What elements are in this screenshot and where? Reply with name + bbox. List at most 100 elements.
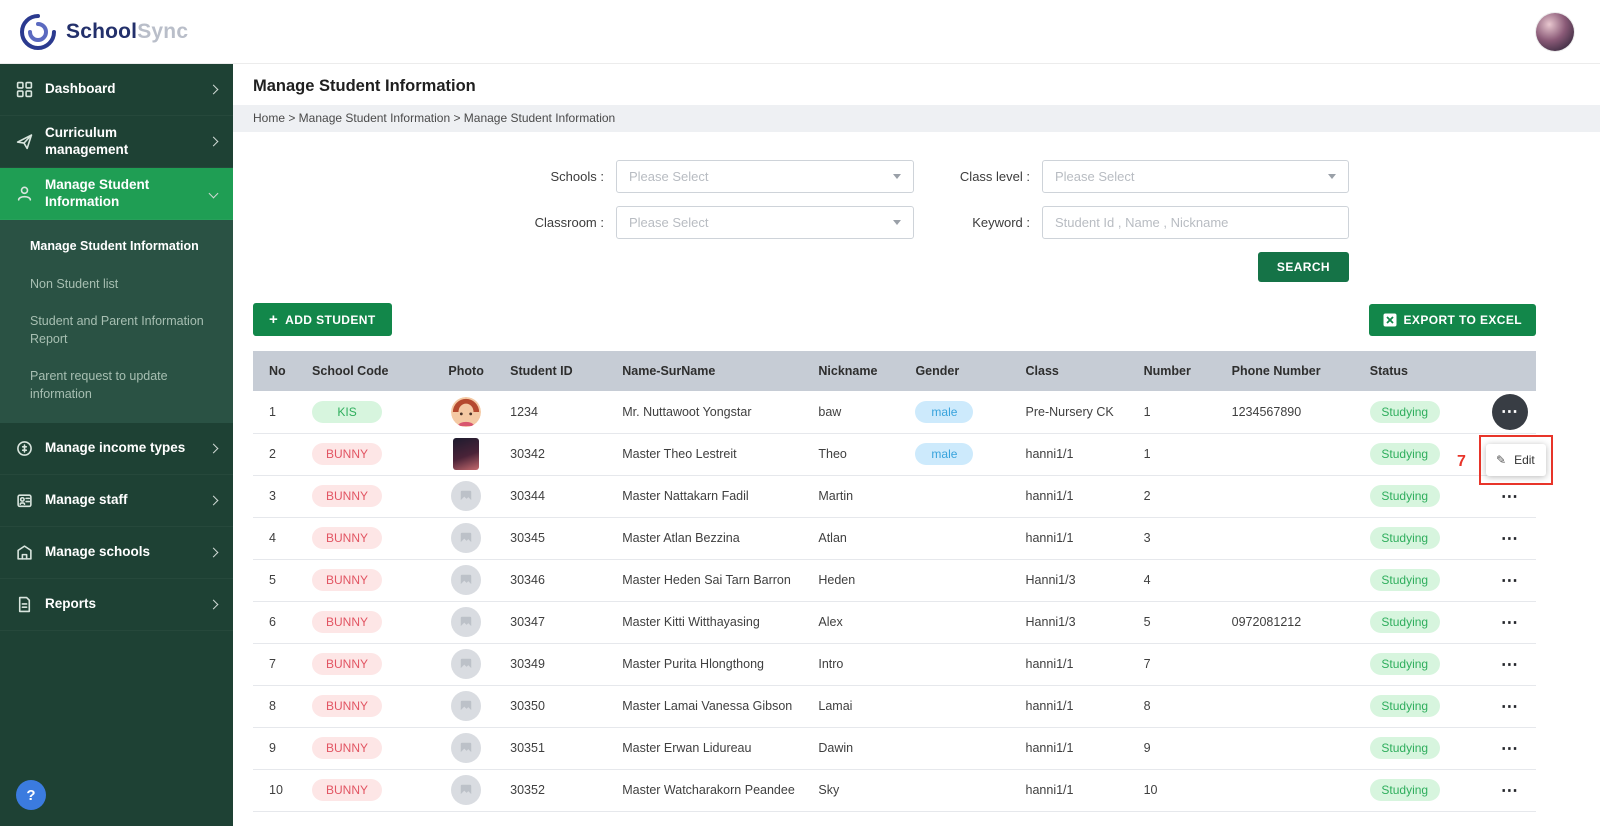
cell-no: 1 <box>253 391 309 434</box>
table-row: 1 KIS 1234 Mr. Nuttawoot Yongstar baw male Pre… <box>253 391 1536 434</box>
cell-student-id: 30347 <box>506 601 619 644</box>
cell-name: Master Theo Lestreit <box>618 433 815 476</box>
sidebar-item-manage-staff[interactable]: Manage staff <box>0 475 233 527</box>
cell-photo <box>428 685 507 728</box>
cell-actions: ⋯ <box>1485 559 1536 602</box>
cell-student-id: 30342 <box>506 433 619 476</box>
table-row: 10 BUNNY 30352 Master Watcharakorn Peandee S… <box>253 769 1536 812</box>
sidebar-subitem-manage-student-information[interactable]: Manage Student Information <box>0 228 233 266</box>
cell-gender <box>911 727 1022 770</box>
cell-phone <box>1227 769 1366 812</box>
cell-status: Studying <box>1365 601 1486 644</box>
row-actions-button[interactable]: ⋯ <box>1493 608 1527 637</box>
gender-badge: male <box>915 442 974 466</box>
class-level-label: Class level : <box>959 169 1030 184</box>
chevron-right-icon <box>208 443 219 454</box>
sidebar-item-manage-income-types[interactable]: Manage income types <box>0 423 233 475</box>
sidebar-item-curriculum-management[interactable]: Curriculum management <box>0 116 233 168</box>
sidebar-item-reports[interactable]: Reports <box>0 579 233 631</box>
photo-placeholder-icon <box>451 523 482 553</box>
row-actions-button[interactable]: ⋯ <box>1493 734 1527 763</box>
row-actions-button[interactable]: ⋯ <box>1493 524 1527 553</box>
sidebar-subitem-non-student-list[interactable]: Non Student list <box>0 266 233 304</box>
cell-number: 8 <box>1139 685 1228 728</box>
cell-number: 9 <box>1139 727 1228 770</box>
keyword-label: Keyword : <box>972 215 1030 230</box>
header-number: Number <box>1139 351 1228 391</box>
search-button[interactable]: SEARCH <box>1257 252 1349 282</box>
cell-actions: ⋯ <box>1485 643 1536 686</box>
cell-student-id: 30349 <box>506 643 619 686</box>
help-button[interactable]: ? <box>16 780 46 810</box>
export-to-excel-button[interactable]: EXPORT TO EXCEL <box>1368 303 1536 336</box>
cell-no: 2 <box>253 433 309 476</box>
sidebar-item-dashboard[interactable]: Dashboard <box>0 64 233 116</box>
cell-status: Studying <box>1365 559 1486 602</box>
cell-photo <box>428 601 507 644</box>
cell-no: 8 <box>253 685 309 728</box>
student-table-body: 1 KIS 1234 Mr. Nuttawoot Yongstar baw male Pre… <box>253 391 1536 812</box>
status-badge: Studying <box>1369 694 1440 718</box>
table-header-row: No School Code Photo Student ID Name-Sur… <box>253 351 1536 391</box>
top-bar: SchoolSync <box>0 0 1600 64</box>
sidebar-subitem-student-parent-report[interactable]: Student and Parent Information Report <box>0 303 233 358</box>
table-row: 6 BUNNY 30347 Master Kitti Witthayasing Alex… <box>253 601 1536 644</box>
row-actions-button[interactable]: ⋯ <box>1493 482 1527 511</box>
sidebar-item-manage-schools[interactable]: Manage schools <box>0 527 233 579</box>
school-code-badge: BUNNY <box>312 694 383 718</box>
page-title: Manage Student Information <box>253 77 476 95</box>
row-actions-button[interactable]: ⋯ <box>1491 393 1528 430</box>
cell-student-id: 30346 <box>506 559 619 602</box>
main-content: Manage Student Information Home > Manage… <box>233 64 1600 826</box>
annotation-number: 7 <box>1457 453 1466 470</box>
row-actions-button[interactable]: ⋯ <box>1493 692 1527 721</box>
sidebar-subitem-parent-request-update[interactable]: Parent request to update information <box>0 358 233 413</box>
cell-number: 5 <box>1139 601 1228 644</box>
cell-phone <box>1227 517 1366 560</box>
status-badge: Studying <box>1369 442 1440 466</box>
cell-class: hanni1/1 <box>1021 433 1140 476</box>
sidebar-item-manage-student-information[interactable]: Manage Student Information <box>0 168 233 220</box>
schools-select[interactable]: Please Select <box>616 160 914 193</box>
cell-nickname: Intro <box>814 643 912 686</box>
breadcrumb[interactable]: Home > Manage Student Information > Mana… <box>233 105 1600 132</box>
classroom-select[interactable]: Please Select <box>616 206 914 239</box>
annotation-box: 7 ✎ Edit <box>1457 435 1553 485</box>
status-badge: Studying <box>1369 568 1440 592</box>
cell-photo <box>428 727 507 770</box>
status-badge: Studying <box>1369 610 1440 634</box>
sidebar-item-label: Reports <box>45 596 97 612</box>
cell-actions: ⋯ <box>1485 727 1536 770</box>
cell-no: 6 <box>253 601 309 644</box>
add-student-button[interactable]: + ADD STUDENT <box>253 303 392 336</box>
sidebar-item-label: Dashboard <box>45 81 116 97</box>
cell-name: Master Erwan Lidureau <box>618 727 815 770</box>
school-code-badge: BUNNY <box>312 652 383 676</box>
cell-class: hanni1/1 <box>1021 517 1140 560</box>
classroom-label: Classroom : <box>534 215 604 230</box>
row-actions-button[interactable]: ⋯ <box>1493 650 1527 679</box>
school-code-badge: BUNNY <box>312 526 383 550</box>
student-table: No School Code Photo Student ID Name-Sur… <box>253 351 1553 812</box>
sidebar-item-label: Curriculum management <box>45 124 129 157</box>
class-level-select[interactable]: Please Select <box>1042 160 1349 193</box>
school-code-badge: BUNNY <box>312 778 383 802</box>
cell-no: 4 <box>253 517 309 560</box>
user-avatar[interactable] <box>1536 12 1574 51</box>
cell-status: Studying <box>1365 475 1486 518</box>
cell-school-code: KIS <box>308 391 429 434</box>
cell-status: Studying <box>1365 727 1486 770</box>
keyword-input[interactable] <box>1042 206 1349 239</box>
row-actions-button[interactable]: ⋯ <box>1493 566 1527 595</box>
cell-class: hanni1/1 <box>1021 685 1140 728</box>
cell-school-code: BUNNY <box>308 685 429 728</box>
dashboard-icon <box>16 81 33 98</box>
cell-phone <box>1227 643 1366 686</box>
photo-placeholder-icon <box>451 481 482 511</box>
cell-number: 3 <box>1139 517 1228 560</box>
app-logo[interactable]: SchoolSync <box>18 12 188 52</box>
cell-gender <box>911 685 1022 728</box>
edit-menu-item[interactable]: ✎ Edit <box>1496 453 1536 467</box>
cell-class: hanni1/1 <box>1021 769 1140 812</box>
row-actions-button[interactable]: ⋯ <box>1493 776 1527 805</box>
